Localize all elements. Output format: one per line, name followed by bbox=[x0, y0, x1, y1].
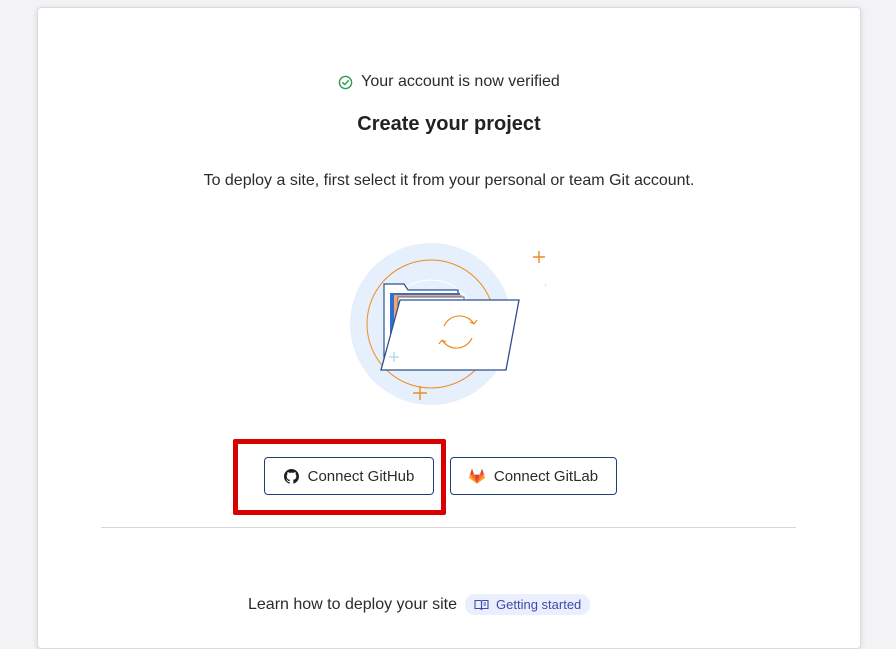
verified-status: Your account is now verified bbox=[38, 73, 860, 91]
learn-text: Learn how to deploy your site bbox=[248, 595, 458, 613]
github-icon bbox=[283, 468, 299, 484]
connect-github-button[interactable]: Connect GitHub bbox=[264, 457, 434, 495]
book-icon bbox=[474, 599, 489, 610]
folder-sync-illustration bbox=[350, 243, 546, 405]
getting-started-link[interactable]: Getting started bbox=[465, 594, 591, 615]
page-title: Create your project bbox=[357, 113, 541, 135]
gitlab-icon bbox=[468, 468, 485, 484]
check-circle-icon bbox=[338, 75, 353, 89]
project-card: Your account is now verified Create your… bbox=[37, 7, 861, 649]
connect-github-label: Connect GitHub bbox=[307, 467, 415, 485]
connect-gitlab-button[interactable]: Connect GitLab bbox=[450, 457, 617, 495]
getting-started-label: Getting started bbox=[496, 597, 582, 612]
connect-gitlab-label: Connect GitLab bbox=[493, 467, 599, 485]
learn-row: Learn how to deploy your site Getting st… bbox=[248, 594, 591, 615]
section-divider bbox=[101, 527, 796, 528]
page-subtitle: To deploy a site, first select it from y… bbox=[203, 172, 695, 189]
verified-text: Your account is now verified bbox=[361, 73, 560, 90]
